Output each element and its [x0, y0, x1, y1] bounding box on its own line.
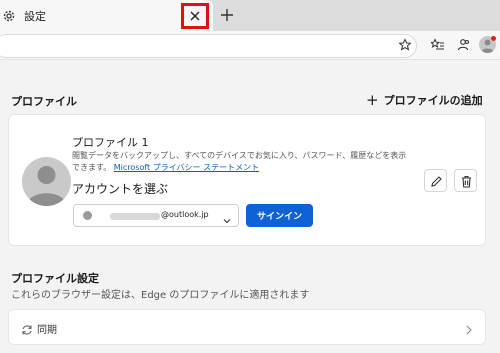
sync-label: 同期: [37, 325, 57, 336]
profile-name: プロファイル 1: [72, 136, 149, 149]
tab-settings[interactable]: 設定: [0, 0, 213, 31]
pencil-icon: [431, 176, 442, 187]
privacy-statement-link[interactable]: Microsoft プライバシー ステートメント: [114, 163, 259, 172]
plus-icon: [221, 9, 233, 21]
sync-icon: [21, 321, 33, 340]
delete-profile-button[interactable]: [454, 169, 477, 192]
account-email: @outlook.jp: [161, 210, 209, 219]
close-icon: [190, 11, 200, 21]
profiles-section-title: プロファイル: [11, 95, 77, 108]
tab-strip: 設定: [0, 0, 500, 31]
notification-dot: [491, 36, 496, 41]
account-select[interactable]: @outlook.jp: [73, 204, 239, 227]
extensions-icon[interactable]: [456, 37, 470, 56]
address-bar[interactable]: [0, 34, 417, 58]
add-profile-label: プロファイルの追加: [383, 94, 483, 107]
account-avatar-icon: [83, 211, 92, 220]
favorite-star-icon[interactable]: [398, 37, 412, 56]
tab-title: 設定: [24, 10, 46, 23]
signin-button[interactable]: サインイン: [246, 204, 313, 227]
trash-icon: [462, 175, 471, 188]
profile-settings-title: プロファイル設定: [11, 272, 99, 285]
plus-icon: +: [366, 91, 379, 109]
toolbar: [0, 31, 500, 60]
tab-close-button[interactable]: [181, 3, 209, 29]
chevron-right-icon: [464, 321, 474, 340]
favorites-list-icon[interactable]: [429, 37, 445, 56]
edit-profile-button[interactable]: [424, 169, 447, 192]
add-profile-button[interactable]: + プロファイルの追加: [366, 92, 483, 108]
gear-icon: [2, 8, 16, 22]
profile-settings-description: これらのブラウザー設定は、Edge のプロファイルに適用されます: [11, 290, 310, 301]
choose-account-label: アカウントを選ぶ: [72, 182, 169, 196]
profile-description: 閲覧データをバックアップし、すべてのデバイスでお気に入り、パスワード、履歴などを…: [72, 150, 412, 174]
new-tab-button[interactable]: [218, 6, 236, 24]
redacted-email-part: [110, 213, 160, 220]
chevron-down-icon: [222, 211, 232, 230]
profile-avatar-large: [22, 157, 71, 206]
sync-row[interactable]: 同期: [8, 309, 486, 345]
